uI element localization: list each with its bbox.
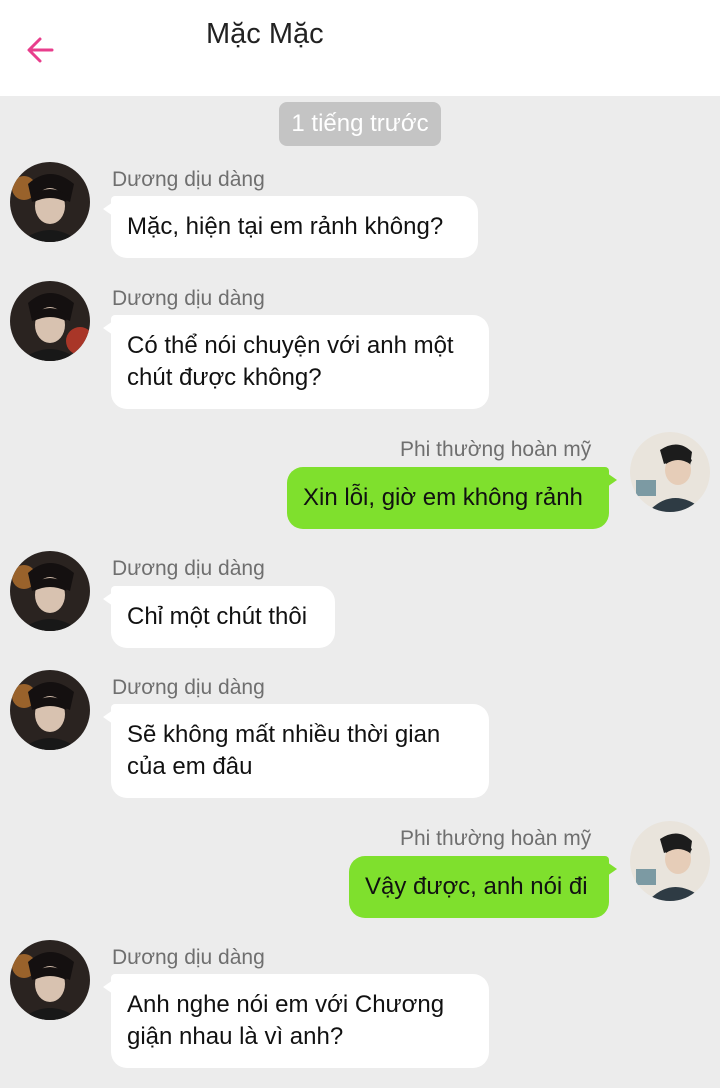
- message-sender: Dương dịu dàng: [112, 676, 265, 699]
- avatar-image: [10, 670, 90, 750]
- my-avatar[interactable]: [630, 821, 710, 901]
- message-bubble-incoming[interactable]: Sẽ không mất nhiều thời gian của em đâu: [103, 704, 489, 798]
- avatar-image: [10, 940, 90, 1020]
- message-sender: Dương dịu dàng: [112, 168, 265, 191]
- message-bubble-outgoing[interactable]: Vậy được, anh nói đi: [349, 856, 617, 918]
- message-sender: Dương dịu dàng: [112, 287, 265, 310]
- avatar-image: [10, 162, 90, 242]
- timestamp-badge: 1 tiếng trước: [279, 102, 441, 146]
- message-bubble-incoming[interactable]: Có thể nói chuyện với anh một chút được …: [103, 315, 489, 409]
- message-sender: Phi thường hoàn mỹ: [400, 438, 592, 461]
- message-bubble-incoming[interactable]: Anh nghe nói em với Chương giận nhau là …: [103, 974, 489, 1068]
- avatar-image: [10, 281, 90, 361]
- sender-avatar[interactable]: [10, 670, 90, 750]
- message-bubble-incoming[interactable]: Chỉ một chút thôi: [103, 586, 335, 648]
- arrow-left-icon: [27, 37, 54, 63]
- message-sender: Dương dịu dàng: [112, 557, 265, 580]
- my-avatar[interactable]: [630, 432, 710, 512]
- sender-avatar[interactable]: [10, 551, 90, 631]
- sender-avatar[interactable]: [10, 940, 90, 1020]
- message-bubble-incoming[interactable]: Mặc, hiện tại em rảnh không?: [103, 196, 478, 258]
- message-sender: Phi thường hoàn mỹ: [400, 827, 592, 850]
- sender-avatar[interactable]: [10, 281, 90, 361]
- sender-avatar[interactable]: [10, 162, 90, 242]
- message-bubble-outgoing[interactable]: Xin lỗi, giờ em không rảnh: [287, 467, 617, 529]
- chat-header: Mặc Mặc: [0, 0, 720, 96]
- avatar-image: [10, 551, 90, 631]
- back-button[interactable]: [20, 30, 60, 70]
- chat-title: Mặc Mặc: [206, 18, 324, 50]
- message-sender: Dương dịu dàng: [112, 946, 265, 969]
- avatar-image: [630, 432, 710, 512]
- avatar-image: [630, 821, 710, 901]
